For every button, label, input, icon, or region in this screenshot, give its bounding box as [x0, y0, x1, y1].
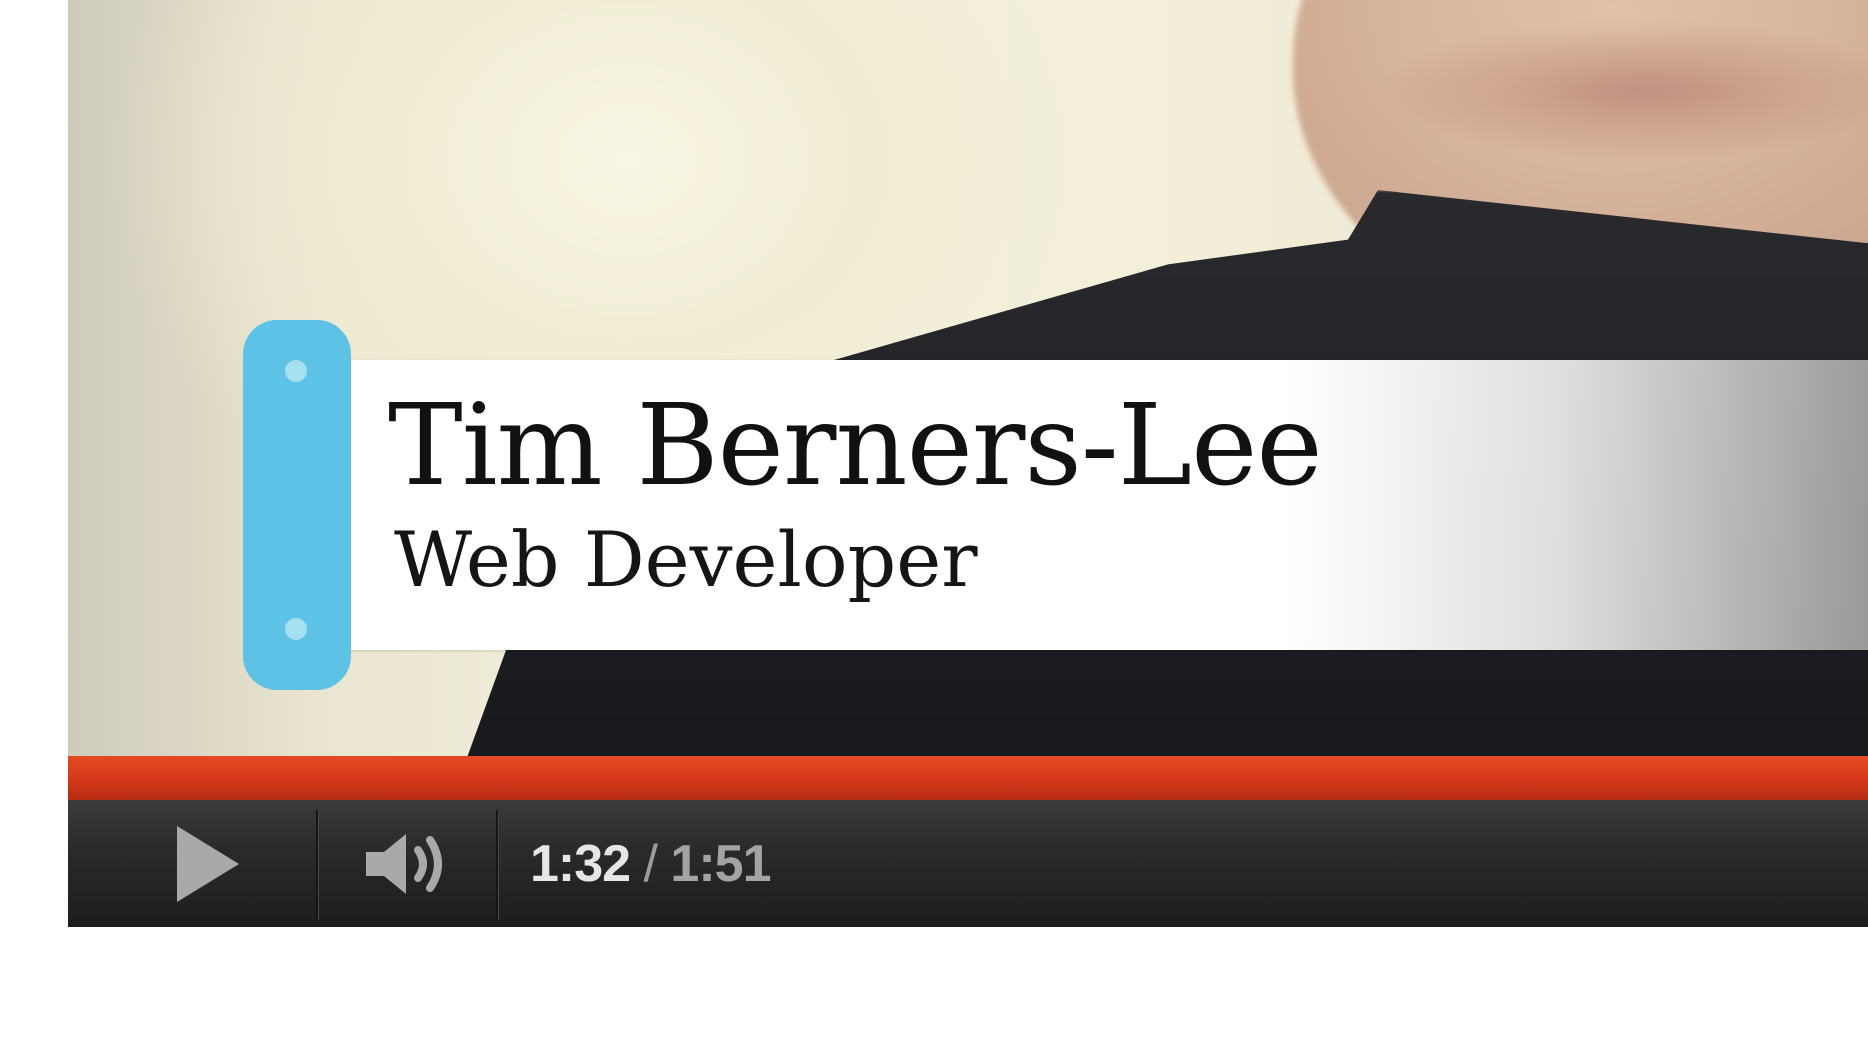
play-button[interactable] [148, 814, 268, 914]
accent-dot [285, 360, 307, 382]
control-divider [496, 810, 498, 920]
control-divider [316, 810, 318, 920]
time-total: 1:51 [670, 835, 771, 893]
video-frame[interactable]: Tim Berners-Lee Web Developer [68, 0, 1868, 810]
time-display: 1:32 / 1:51 [530, 835, 772, 893]
caption-role: Web Developer [394, 515, 978, 604]
volume-icon [366, 834, 442, 894]
volume-button[interactable] [350, 814, 470, 914]
progress-fill [68, 756, 1868, 800]
time-separator: / [630, 835, 671, 893]
play-icon [177, 826, 239, 902]
caption-name: Tim Berners-Lee [388, 381, 1323, 511]
progress-bar[interactable] [68, 756, 1868, 800]
lower-third-accent [243, 320, 351, 690]
time-current: 1:32 [530, 835, 631, 893]
video-player[interactable]: Tim Berners-Lee Web Developer 1:32 / 1:5… [68, 0, 1868, 927]
accent-dot [285, 618, 307, 640]
control-bar: 1:32 / 1:51 [68, 800, 1868, 927]
